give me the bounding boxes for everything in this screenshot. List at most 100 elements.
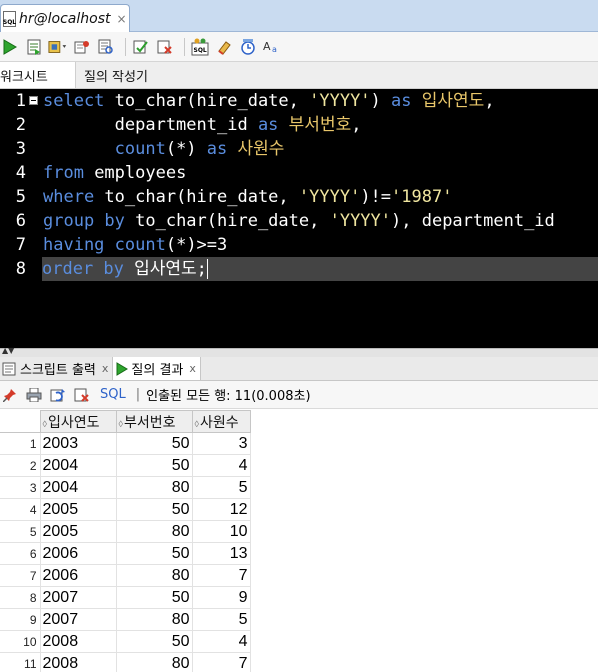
count-cell[interactable]: 3 (191, 432, 251, 455)
dept-cell[interactable]: 50 (115, 432, 193, 455)
tab-query-builder[interactable]: 질의 작성기 (76, 62, 154, 88)
year-cell[interactable]: 2006 (39, 542, 117, 565)
table-row[interactable]: 8 2007 50 9 (0, 586, 251, 609)
pin-icon[interactable] (0, 385, 20, 405)
rollback-icon[interactable] (155, 37, 175, 57)
code-token: as (391, 91, 412, 111)
print-icon[interactable] (24, 385, 44, 405)
code-line[interactable]: department_id as 부서번호, (43, 113, 362, 137)
table-row[interactable]: 6 2006 50 13 (0, 542, 251, 565)
history-icon[interactable] (238, 37, 258, 57)
commit-icon[interactable] (131, 37, 151, 57)
sort-icon: ◊ (194, 418, 199, 429)
column-header-count[interactable]: ◊사원수 (191, 410, 251, 433)
code-line[interactable]: where to_char(hire_date, 'YYYY')!='1987' (43, 185, 452, 209)
close-query-result-icon[interactable]: x (189, 362, 196, 375)
count-cell[interactable]: 5 (191, 476, 251, 499)
table-row[interactable]: 9 2007 80 5 (0, 608, 251, 631)
year-cell[interactable]: 2003 (39, 432, 117, 455)
row-number-cell: 11 (0, 652, 41, 672)
dept-cell[interactable]: 50 (115, 454, 193, 477)
table-row[interactable]: 2 2004 50 4 (0, 454, 251, 477)
count-cell[interactable]: 4 (191, 630, 251, 653)
column-header-label: 사원수 (199, 413, 239, 430)
table-row[interactable]: 7 2006 80 7 (0, 564, 251, 587)
year-cell[interactable]: 2007 (39, 586, 117, 609)
year-cell[interactable]: 2005 (39, 498, 117, 521)
dept-cell[interactable]: 80 (115, 476, 193, 499)
year-cell[interactable]: 2007 (39, 608, 117, 631)
code-line[interactable]: count(*) as 사원수 (43, 137, 285, 161)
dept-cell[interactable]: 80 (115, 652, 193, 672)
row-number-cell: 4 (0, 498, 41, 521)
tab-query-result[interactable]: 질의 결과 x (113, 357, 201, 380)
count-cell[interactable]: 13 (191, 542, 251, 565)
fold-collapse-icon[interactable] (29, 96, 38, 105)
refresh-icon[interactable] (48, 385, 68, 405)
dept-cell[interactable]: 80 (115, 608, 193, 631)
sql-code-area[interactable]: select to_char(hire_date, 'YYYY') as 입사연… (42, 89, 598, 348)
line-number: 2 (15, 115, 26, 135)
year-cell[interactable]: 2006 (39, 564, 117, 587)
column-header-dept[interactable]: ◊부서번호 (115, 410, 193, 433)
code-token: 'YYYY' (309, 91, 371, 111)
run-script-icon[interactable] (24, 37, 44, 57)
sql-editor[interactable]: 1 2 3 4 5 6 7 8 select to_char(hire_date, 'YYYY… (0, 89, 598, 348)
year-cell[interactable]: 2008 (39, 652, 117, 672)
current-code-line[interactable]: order by 입사연도; (42, 257, 598, 281)
dept-cell[interactable]: 50 (115, 586, 193, 609)
table-row[interactable]: 4 2005 50 12 (0, 498, 251, 521)
line-number-gutter: 1 2 3 4 5 6 7 8 (0, 89, 38, 348)
result-table: ◊입사연도 ◊부서번호 ◊사원수 1 2003 50 3 2 2004 50 4 3 2004 80… (0, 410, 251, 672)
year-cell[interactable]: 2008 (39, 630, 117, 653)
year-cell[interactable]: 2004 (39, 454, 117, 477)
close-tab-icon[interactable]: × (116, 12, 126, 26)
run-statement-icon[interactable] (0, 37, 20, 57)
count-cell[interactable]: 10 (191, 520, 251, 543)
to-upper-lower-icon[interactable]: Aa (262, 37, 282, 57)
code-token: ), department_id (391, 211, 555, 231)
count-cell[interactable]: 12 (191, 498, 251, 521)
dept-cell[interactable]: 50 (115, 542, 193, 565)
code-line[interactable]: having count(*)>=3 (43, 233, 227, 257)
document-tab-bar: SQL hr@localhost × (0, 0, 598, 32)
count-cell[interactable]: 5 (191, 608, 251, 631)
year-cell[interactable]: 2005 (39, 520, 117, 543)
code-line[interactable]: from employees (43, 161, 186, 185)
code-token: employees (83, 163, 187, 183)
dept-cell[interactable]: 50 (115, 630, 193, 653)
splitter-arrows-icon[interactable]: ▲▼ (2, 347, 14, 355)
clear-eraser-icon[interactable] (214, 37, 234, 57)
code-line[interactable]: group by to_char(hire_date, 'YYYY'), dep… (43, 209, 555, 233)
count-cell[interactable]: 7 (191, 652, 251, 672)
count-cell[interactable]: 9 (191, 586, 251, 609)
table-row[interactable]: 5 2005 80 10 (0, 520, 251, 543)
table-row[interactable]: 3 2004 80 5 (0, 476, 251, 499)
dept-cell[interactable]: 80 (115, 564, 193, 587)
count-cell[interactable]: 4 (191, 454, 251, 477)
code-token: 입사연도; (123, 259, 207, 279)
year-cell[interactable]: 2004 (39, 476, 117, 499)
tab-worksheet[interactable]: 워크시트 (0, 62, 76, 88)
query-result-grid[interactable]: ◊입사연도 ◊부서번호 ◊사원수 1 2003 50 3 2 2004 50 4 3 2004 80… (0, 410, 251, 672)
table-row[interactable]: 1 2003 50 3 (0, 432, 251, 455)
code-line[interactable]: select to_char(hire_date, 'YYYY') as 입사연… (43, 89, 495, 113)
dept-cell[interactable]: 50 (115, 498, 193, 521)
cancel-fetch-icon[interactable] (72, 385, 92, 405)
sql-tuning-icon[interactable]: SQL (190, 37, 210, 57)
tab-script-output[interactable]: 스크립트 출력 x (0, 357, 114, 380)
explain-plan-icon[interactable] (96, 37, 116, 57)
count-cell[interactable]: 7 (191, 564, 251, 587)
editor-results-splitter[interactable]: ▲▼ (0, 347, 598, 357)
commit-dropdown-icon[interactable] (48, 37, 68, 57)
sql-link[interactable]: SQL (100, 387, 126, 402)
close-script-output-icon[interactable]: x (102, 362, 109, 375)
worksheet-document-tab[interactable]: SQL hr@localhost × (0, 4, 130, 32)
column-header-label: 입사연도 (47, 413, 100, 430)
autotrace-icon[interactable] (72, 37, 92, 57)
table-row[interactable]: 11 2008 80 7 (0, 652, 251, 672)
column-header-year[interactable]: ◊입사연도 (39, 410, 117, 433)
table-row[interactable]: 10 2008 50 4 (0, 630, 251, 653)
dept-cell[interactable]: 80 (115, 520, 193, 543)
code-token: count (43, 139, 166, 159)
